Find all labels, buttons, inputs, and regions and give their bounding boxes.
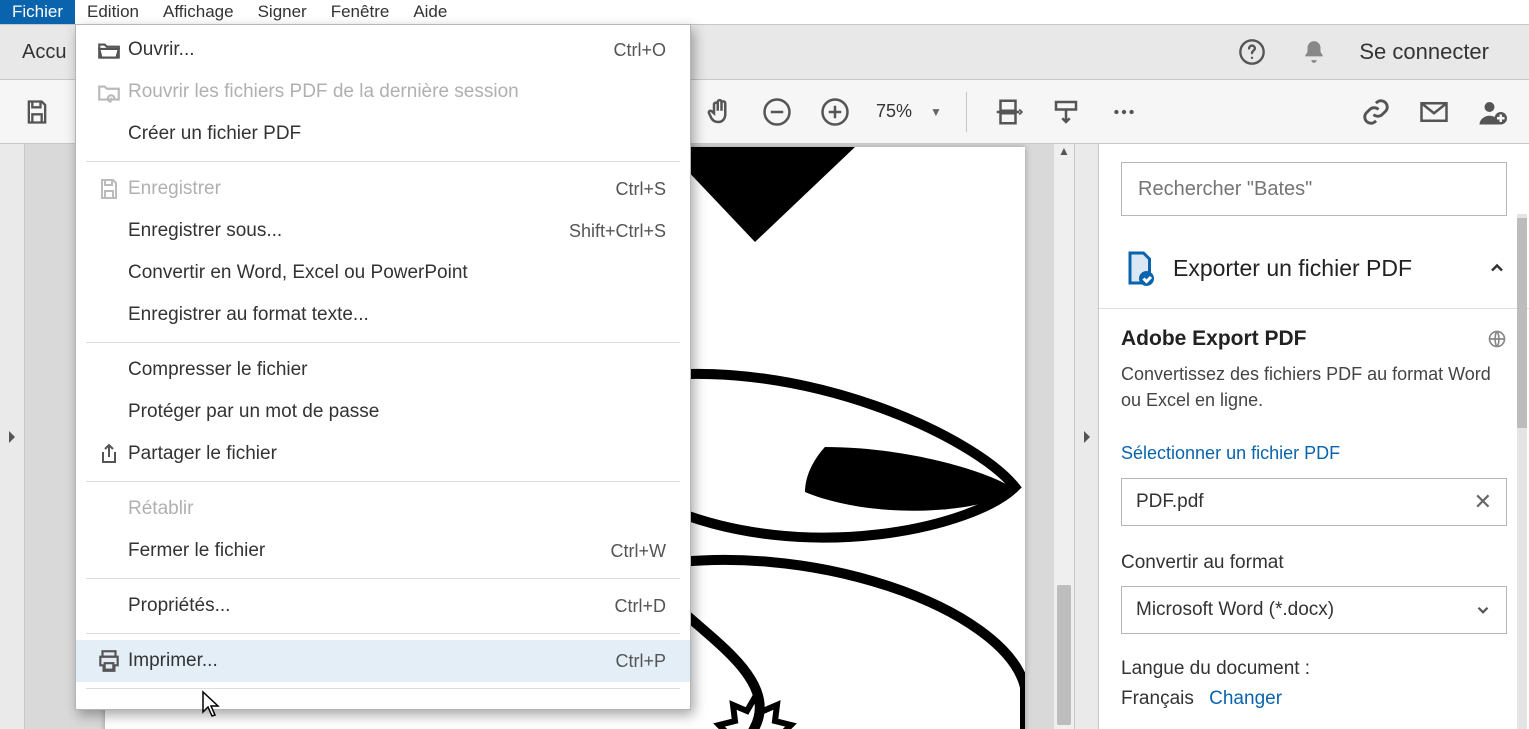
folder-reload-icon	[90, 79, 128, 105]
menu-compress-label: Compresser le fichier	[128, 359, 666, 381]
separator	[86, 481, 680, 482]
separator	[86, 633, 680, 634]
select-pdf-link[interactable]: Sélectionner un fichier PDF	[1121, 443, 1507, 464]
share-icon	[90, 442, 128, 466]
chevron-up-icon[interactable]	[1487, 258, 1507, 278]
zoom-out-icon[interactable]	[760, 95, 794, 129]
menu-help[interactable]: Aide	[401, 0, 459, 24]
more-icon[interactable]	[1107, 95, 1141, 129]
link-icon[interactable]	[1359, 95, 1393, 129]
menu-close-shortcut: Ctrl+W	[611, 541, 667, 562]
doc-language-label: Langue du document :	[1121, 658, 1507, 680]
menu-saveas-label: Enregistrer sous...	[128, 220, 569, 242]
left-panel-toggle[interactable]	[0, 144, 25, 729]
change-language-link[interactable]: Changer	[1209, 688, 1282, 709]
adobe-export-title: Adobe Export PDF	[1121, 327, 1307, 351]
fit-width-icon[interactable]	[991, 95, 1025, 129]
tools-panel: Exporter un fichier PDF Adobe Export PDF…	[1099, 144, 1529, 729]
menu-open-shortcut: Ctrl+O	[613, 40, 666, 61]
menu-reopen-label: Rouvrir les fichiers PDF de la dernière …	[128, 81, 666, 103]
separator	[86, 578, 680, 579]
menu-convert-label: Convertir en Word, Excel ou PowerPoint	[128, 262, 666, 284]
menu-sign[interactable]: Signer	[246, 0, 319, 24]
selected-file-name: PDF.pdf	[1136, 491, 1204, 513]
scroll-up-icon[interactable]: ▲	[1054, 144, 1074, 164]
sign-in-button[interactable]: Se connecter	[1359, 39, 1489, 65]
scroll-mode-icon[interactable]	[1049, 95, 1083, 129]
menu-protect-label: Protéger par un mot de passe	[128, 401, 666, 423]
external-link-icon[interactable]	[1487, 329, 1507, 349]
menu-print-label: Imprimer...	[128, 650, 615, 672]
menu-window[interactable]: Fenêtre	[319, 0, 402, 24]
separator	[86, 342, 680, 343]
panel-scrollbar[interactable]	[1517, 214, 1527, 729]
menu-save: Enregistrer Ctrl+S	[76, 168, 690, 210]
vertical-scrollbar[interactable]: ▲	[1054, 144, 1074, 729]
zoom-level[interactable]: 75% ▼	[876, 101, 942, 122]
help-icon[interactable]	[1235, 35, 1269, 69]
menu-print[interactable]: Imprimer... Ctrl+P	[76, 640, 690, 682]
chevron-down-icon: ▼	[930, 105, 942, 119]
format-value: Microsoft Word (*.docx)	[1136, 599, 1334, 621]
menu-open-label: Ouvrir...	[128, 39, 613, 61]
menu-save-text[interactable]: Enregistrer au format texte...	[76, 294, 690, 336]
separator	[86, 161, 680, 162]
scrollbar-thumb[interactable]	[1517, 218, 1527, 428]
file-menu-dropdown: Ouvrir... Ctrl+O Rouvrir les fichiers PD…	[75, 24, 691, 710]
close-icon[interactable]: ✕	[1474, 489, 1492, 515]
menu-props-shortcut: Ctrl+D	[614, 596, 666, 617]
menu-protect[interactable]: Protéger par un mot de passe	[76, 391, 690, 433]
menu-share-label: Partager le fichier	[128, 443, 666, 465]
menu-create-pdf[interactable]: Créer un fichier PDF	[76, 113, 690, 155]
menu-open[interactable]: Ouvrir... Ctrl+O	[76, 29, 690, 71]
selected-file-box: PDF.pdf ✕	[1121, 478, 1507, 526]
menu-properties[interactable]: Propriétés... Ctrl+D	[76, 585, 690, 627]
menu-revert-label: Rétablir	[128, 498, 666, 520]
menu-saveas-shortcut: Shift+Ctrl+S	[569, 221, 666, 242]
menu-create-label: Créer un fichier PDF	[128, 123, 666, 145]
menu-edit[interactable]: Edition	[75, 0, 151, 24]
menu-save-label: Enregistrer	[128, 178, 615, 200]
menu-view[interactable]: Affichage	[151, 0, 246, 24]
menu-print-shortcut: Ctrl+P	[615, 651, 666, 672]
menubar: Fichier Edition Affichage Signer Fenêtre…	[0, 0, 1529, 24]
bell-icon[interactable]	[1297, 35, 1331, 69]
menu-compress[interactable]: Compresser le fichier	[76, 349, 690, 391]
save-icon[interactable]	[20, 95, 54, 129]
scrollbar-thumb[interactable]	[1057, 585, 1071, 725]
menu-close-file[interactable]: Fermer le fichier Ctrl+W	[76, 530, 690, 572]
hand-tool-icon[interactable]	[702, 95, 736, 129]
format-select[interactable]: Microsoft Word (*.docx)	[1121, 586, 1507, 634]
doc-language-value: Français	[1121, 688, 1194, 709]
menu-reopen: Rouvrir les fichiers PDF de la dernière …	[76, 71, 690, 113]
menu-revert: Rétablir	[76, 488, 690, 530]
print-icon	[90, 648, 128, 674]
zoom-value: 75%	[876, 101, 912, 122]
separator	[1099, 308, 1529, 309]
menu-share[interactable]: Partager le fichier	[76, 433, 690, 475]
folder-open-icon	[90, 37, 128, 63]
right-panel-toggle[interactable]	[1074, 144, 1099, 729]
add-user-icon[interactable]	[1475, 95, 1509, 129]
search-input[interactable]	[1121, 162, 1507, 216]
menu-convert[interactable]: Convertir en Word, Excel ou PowerPoint	[76, 252, 690, 294]
menu-close-label: Fermer le fichier	[128, 540, 611, 562]
separator	[86, 688, 680, 689]
mail-icon[interactable]	[1417, 95, 1451, 129]
menu-file[interactable]: Fichier	[0, 0, 75, 24]
menu-savetxt-label: Enregistrer au format texte...	[128, 304, 666, 326]
export-subtitle: Convertissez des fichiers PDF au format …	[1121, 361, 1507, 413]
export-pdf-icon	[1121, 250, 1157, 286]
menu-save-as[interactable]: Enregistrer sous... Shift+Ctrl+S	[76, 210, 690, 252]
convert-format-label: Convertir au format	[1121, 552, 1507, 574]
separator	[966, 92, 967, 132]
export-panel-title[interactable]: Exporter un fichier PDF	[1173, 255, 1471, 282]
save-icon	[90, 177, 128, 201]
chevron-down-icon	[1474, 601, 1492, 619]
menu-props-label: Propriétés...	[128, 595, 614, 617]
zoom-in-icon[interactable]	[818, 95, 852, 129]
menu-save-shortcut: Ctrl+S	[615, 179, 666, 200]
